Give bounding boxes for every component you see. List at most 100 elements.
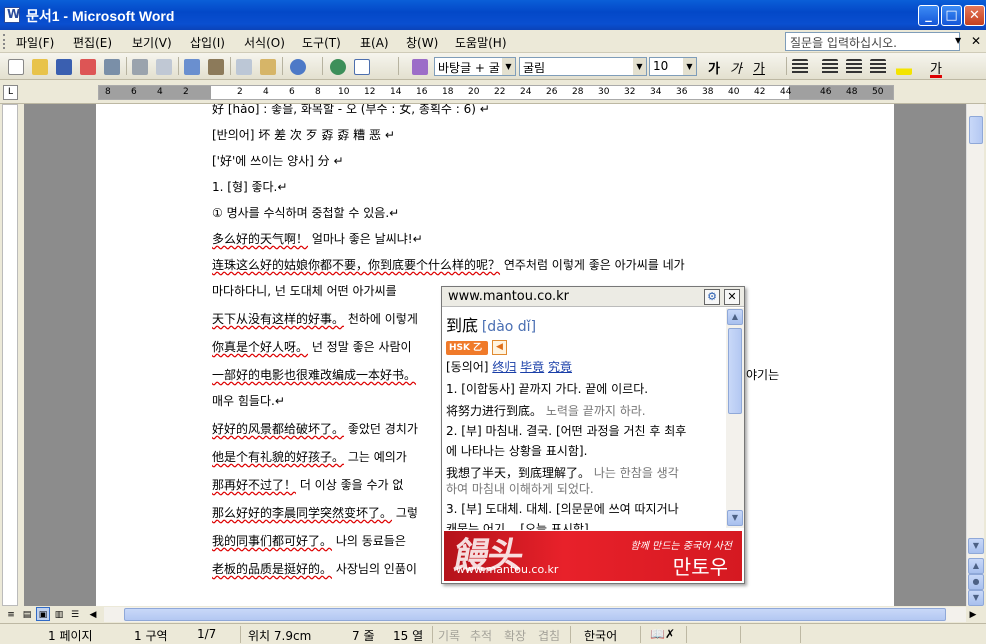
pronunciation-speaker-icon[interactable]: ◀: [492, 340, 507, 355]
web-layout-icon[interactable]: ▤: [20, 607, 34, 621]
scroll-right-button[interactable]: ▶: [966, 607, 980, 621]
vertical-scroll-thumb[interactable]: [969, 116, 983, 144]
word-app-icon[interactable]: [4, 7, 20, 23]
synonym-link[interactable]: 终归: [492, 360, 516, 374]
help-search-input[interactable]: 질문을 입력하십시오.: [785, 32, 960, 51]
reading-layout-icon[interactable]: ▥: [52, 607, 66, 621]
research-icon[interactable]: [208, 59, 224, 75]
font-size-combo[interactable]: 10 ▼: [649, 57, 697, 76]
scroll-left-button[interactable]: ◀: [86, 607, 100, 621]
previous-page-button[interactable]: ▲: [968, 558, 984, 574]
underline-button[interactable]: 가: [753, 58, 765, 77]
close-button[interactable]: ✕: [964, 5, 985, 26]
bold-button[interactable]: 가: [708, 58, 720, 77]
browse-object-button[interactable]: ●: [968, 574, 984, 590]
horizontal-scrollbar[interactable]: [104, 607, 966, 622]
spelling-status-icon[interactable]: 📖✗: [650, 627, 675, 641]
menu-view[interactable]: 보기(V): [132, 34, 172, 51]
save-icon[interactable]: [56, 59, 72, 75]
horizontal-ruler[interactable]: 8 6 4 2 2 4 6 8 10 12 14 16 18 20 22 24 …: [98, 85, 894, 100]
doc-line[interactable]: 我的同事们都可好了。 나의 동료들은: [212, 532, 406, 549]
print-preview-icon[interactable]: [156, 59, 172, 75]
doc-line[interactable]: 好好的风景都给破坏了。 좋았던 경치가: [212, 420, 418, 437]
paste-icon[interactable]: [260, 59, 276, 75]
doc-line[interactable]: 他是个有礼貌的好孩子。 그는 예의가: [212, 448, 407, 465]
doc-line[interactable]: 매우 힘들다.↵: [212, 392, 285, 409]
print-icon[interactable]: [132, 59, 148, 75]
doc-line[interactable]: ['好'에 쓰이는 양사] 分 ↵: [212, 152, 344, 169]
style-dropdown-icon[interactable]: ▼: [502, 58, 515, 75]
numbering-icon[interactable]: [822, 59, 838, 75]
doc-line[interactable]: 一部好的电影也很难改编成一本好书。: [212, 366, 416, 383]
minimize-button[interactable]: _: [918, 5, 939, 26]
doc-line[interactable]: 你真是个好人呀。 넌 정말 좋은 사람이: [212, 338, 412, 355]
menu-table[interactable]: 표(A): [360, 34, 389, 51]
doc-line[interactable]: 1. [형] 좋다.↵: [212, 178, 287, 195]
doc-line[interactable]: 那么好好的李晨同学突然变坏了。 그렇: [212, 504, 418, 521]
permission-icon[interactable]: [80, 59, 96, 75]
popup-scroll-thumb[interactable]: [728, 328, 742, 414]
align-justify-icon[interactable]: [792, 59, 808, 75]
document-close-icon[interactable]: ✕: [971, 34, 981, 48]
popup-scroll-up-button[interactable]: ▲: [727, 309, 743, 325]
print-layout-icon[interactable]: ▣: [36, 607, 50, 621]
status-overtype[interactable]: 겹침: [538, 627, 560, 644]
menu-window[interactable]: 창(W): [406, 34, 438, 51]
help-dropdown-icon[interactable]: ▼: [955, 36, 961, 45]
scroll-down-button[interactable]: ▼: [968, 538, 984, 554]
menu-insert[interactable]: 삽입(I): [190, 34, 225, 51]
synonym-link[interactable]: 究竟: [548, 360, 572, 374]
italic-button[interactable]: 가: [730, 58, 742, 77]
doc-line[interactable]: 连珠这么好的姑娘你都不要，你到底要个什么样的呢？ 연주처럼 이렇게 좋은 아가씨…: [212, 256, 685, 273]
hyperlink-icon[interactable]: [330, 59, 346, 75]
status-track[interactable]: 추적: [470, 627, 492, 644]
doc-line-fragment[interactable]: 야기는: [746, 366, 779, 383]
status-record[interactable]: 기록: [438, 627, 460, 644]
highlight-icon[interactable]: [896, 59, 912, 75]
next-page-button[interactable]: ▼: [968, 590, 984, 606]
font-color-button[interactable]: 가: [930, 58, 942, 77]
menu-file[interactable]: 파일(F): [16, 34, 54, 51]
popup-scroll-down-button[interactable]: ▼: [727, 510, 743, 526]
new-document-icon[interactable]: [8, 59, 24, 75]
font-combo[interactable]: 굴림 ▼: [519, 57, 647, 76]
popup-settings-icon[interactable]: ⚙: [704, 289, 720, 305]
doc-line[interactable]: 好 [hǎo] : 좋을, 화목할 - 오 (부수 : 女, 총획수 : 6) …: [212, 104, 490, 117]
style-combo[interactable]: 바탕글 + 굴 ▼: [434, 57, 516, 76]
doc-line[interactable]: 天下从没有这样的好事。 천하에 이렇게: [212, 310, 418, 327]
doc-line[interactable]: [반의어] 坏 差 次 歹 孬 孬 糟 恶 ↵: [212, 126, 395, 143]
email-icon[interactable]: [104, 59, 120, 75]
doc-line[interactable]: 多么好的天气啊！ 얼마나 좋은 날씨냐!↵: [212, 230, 423, 247]
status-extend[interactable]: 확장: [504, 627, 526, 644]
font-dropdown-icon[interactable]: ▼: [633, 58, 646, 75]
outline-view-icon[interactable]: ☰: [68, 607, 82, 621]
undo-icon[interactable]: [290, 59, 306, 75]
menu-help[interactable]: 도움말(H): [455, 34, 507, 51]
tab-selector[interactable]: L: [3, 85, 18, 100]
normal-view-icon[interactable]: ≡: [4, 607, 18, 621]
menu-tools[interactable]: 도구(T): [302, 34, 341, 51]
dictionary-popup[interactable]: www.mantou.co.kr ⚙ ✕ 到底 [dào dǐ] HSK 乙 ◀…: [441, 286, 745, 584]
mantou-banner[interactable]: 饅头 함께 만드는 중국어 사전 만토우 www.mantou.co.kr: [444, 531, 742, 581]
popup-header[interactable]: www.mantou.co.kr ⚙ ✕: [442, 287, 744, 307]
menu-grip[interactable]: [3, 34, 6, 49]
decrease-indent-icon[interactable]: [870, 59, 886, 75]
popup-content[interactable]: 到底 [dào dǐ] HSK 乙 ◀ [동의어] 终归 毕竟 究竟 1. [이…: [442, 308, 726, 530]
popup-scrollbar[interactable]: ▲ ▼: [726, 308, 744, 528]
doc-line[interactable]: 老板的品质是挺好的。 사장님의 인품이: [212, 560, 417, 577]
table-icon[interactable]: [354, 59, 370, 75]
font-size-dropdown-icon[interactable]: ▼: [683, 58, 696, 75]
doc-line[interactable]: ① 명사를 수식하며 중첩할 수 있음.↵: [212, 204, 399, 221]
vertical-ruler[interactable]: [2, 104, 18, 606]
menu-edit[interactable]: 편집(E): [73, 34, 112, 51]
doc-line[interactable]: 那再好不过了！ 더 이상 좋을 수가 없: [212, 476, 403, 493]
spelling-icon[interactable]: [184, 59, 200, 75]
open-folder-icon[interactable]: [32, 59, 48, 75]
copy-icon[interactable]: [236, 59, 252, 75]
synonym-link[interactable]: 毕竟: [520, 360, 544, 374]
doc-line[interactable]: 마다하다니, 넌 도대체 어떤 아가씨를: [212, 282, 397, 299]
horizontal-scroll-thumb[interactable]: [124, 608, 946, 621]
bullets-icon[interactable]: [846, 59, 862, 75]
vertical-scrollbar[interactable]: ▲ ▼ ▲ ● ▼: [966, 104, 984, 606]
maximize-button[interactable]: □: [941, 5, 962, 26]
